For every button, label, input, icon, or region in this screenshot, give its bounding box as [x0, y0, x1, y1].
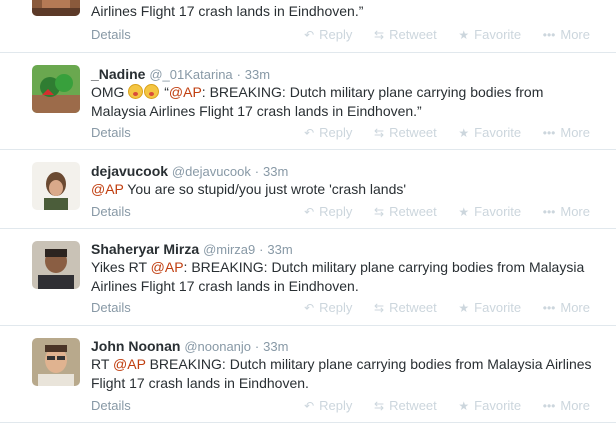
reply-button[interactable]: ↶ Reply — [304, 300, 352, 315]
tweet[interactable]: Airlines Flight 17 crash lands in Eindho… — [0, 0, 616, 53]
reply-button[interactable]: ↶ Reply — [304, 398, 352, 413]
screen-name[interactable]: @mirza9 — [203, 242, 255, 257]
retweet-icon: ⇆ — [374, 301, 385, 315]
tweet[interactable]: _Nadine @_01Katarina · 33m OMG “@AP: BRE… — [0, 53, 616, 150]
tweet-text: Yikes RT @AP: BREAKING: Dutch military p… — [91, 259, 585, 294]
tweet-header: dejavucook @dejavucook · 33m — [91, 163, 288, 179]
details-link[interactable]: Details — [91, 125, 131, 140]
separator-dot: · — [259, 242, 264, 257]
more-button[interactable]: ••• More — [543, 398, 590, 413]
retweet-button[interactable]: ⇆ Retweet — [374, 398, 437, 413]
tweet[interactable]: Shaheryar Mirza @mirza9 · 33m Yikes RT @… — [0, 229, 616, 326]
tweet-actions: Details ↶ Reply ⇆ Retweet ★ Favorite ••• Mor… — [91, 300, 590, 316]
timestamp[interactable]: 33m — [267, 242, 292, 257]
avatar[interactable] — [32, 65, 80, 113]
avatar[interactable] — [32, 0, 80, 16]
mention-link[interactable]: @AP — [169, 84, 202, 100]
more-dots-icon: ••• — [542, 126, 556, 140]
screen-name[interactable]: @noonanjo — [184, 339, 251, 354]
more-dots-icon: ••• — [542, 28, 556, 42]
tweet-actions: Details ↶ Reply ⇆ Retweet ★ Favorite ••• Mor… — [91, 204, 590, 220]
tweet-header: _Nadine @_01Katarina · 33m — [91, 66, 270, 82]
tweet-header: John Noonan @noonanjo · 33m — [91, 338, 288, 354]
tweet-text: @AP You are so stupid/you just wrote 'cr… — [91, 181, 407, 197]
more-button[interactable]: ••• More — [543, 300, 590, 315]
favorite-button[interactable]: ★ Favorite — [458, 204, 521, 219]
star-icon: ★ — [458, 399, 470, 413]
retweet-icon: ⇆ — [374, 126, 385, 140]
more-dots-icon: ••• — [542, 301, 556, 315]
star-icon: ★ — [458, 301, 470, 315]
mention-link[interactable]: @AP — [113, 356, 146, 372]
timestamp[interactable]: 33m — [245, 67, 270, 82]
details-link[interactable]: Details — [91, 398, 131, 413]
flushed-face-emoji-icon — [128, 84, 144, 99]
tweet-timeline: Airlines Flight 17 crash lands in Eindho… — [0, 0, 616, 432]
more-dots-icon: ••• — [542, 399, 556, 413]
reply-icon: ↶ — [304, 301, 315, 315]
favorite-button[interactable]: ★ Favorite — [458, 300, 521, 315]
star-icon: ★ — [458, 28, 470, 42]
timestamp[interactable]: 33m — [263, 339, 288, 354]
star-icon: ★ — [458, 126, 470, 140]
tweet-actions: Details ↶ Reply ⇆ Retweet ★ Favorite ••• Mor… — [91, 398, 590, 414]
retweet-button[interactable]: ⇆ Retweet — [374, 125, 437, 140]
mention-link[interactable]: @AP — [91, 181, 124, 197]
full-name[interactable]: John Noonan — [91, 338, 180, 354]
retweet-button[interactable]: ⇆ Retweet — [374, 300, 437, 315]
mention-link[interactable]: @AP — [151, 259, 184, 275]
details-link[interactable]: Details — [91, 27, 131, 42]
favorite-button[interactable]: ★ Favorite — [458, 27, 521, 42]
full-name[interactable]: Shaheryar Mirza — [91, 241, 199, 257]
more-button[interactable]: ••• More — [543, 27, 590, 42]
flushed-face-emoji-icon — [144, 84, 160, 99]
reply-button[interactable]: ↶ Reply — [304, 125, 352, 140]
separator-dot: · — [254, 339, 260, 354]
details-link[interactable]: Details — [91, 300, 131, 315]
favorite-button[interactable]: ★ Favorite — [458, 125, 521, 140]
tweet-text: RT @AP BREAKING: Dutch military plane ca… — [91, 356, 592, 391]
separator-dot: · — [254, 164, 260, 179]
tweet-text: Airlines Flight 17 crash lands in Eindho… — [91, 3, 364, 19]
favorite-button[interactable]: ★ Favorite — [458, 398, 521, 413]
tweet[interactable]: John Noonan @noonanjo · 33m RT @AP BREAK… — [0, 326, 616, 423]
reply-icon: ↶ — [304, 205, 315, 219]
timestamp[interactable]: 33m — [263, 164, 288, 179]
more-button[interactable]: ••• More — [543, 204, 590, 219]
full-name[interactable]: _Nadine — [91, 66, 145, 82]
retweet-icon: ⇆ — [374, 205, 385, 219]
reply-button[interactable]: ↶ Reply — [304, 204, 352, 219]
more-dots-icon: ••• — [542, 205, 556, 219]
retweet-button[interactable]: ⇆ Retweet — [374, 204, 437, 219]
details-link[interactable]: Details — [91, 204, 131, 219]
reply-button[interactable]: ↶ Reply — [304, 27, 352, 42]
more-button[interactable]: ••• More — [543, 125, 590, 140]
screen-name[interactable]: @dejavucook — [172, 164, 251, 179]
avatar[interactable] — [32, 241, 80, 289]
separator-dot: · — [236, 67, 241, 82]
retweet-icon: ⇆ — [374, 399, 385, 413]
tweet-actions: Details ↶ Reply ⇆ Retweet ★ Favorite ••• Mor… — [91, 125, 590, 141]
reply-icon: ↶ — [304, 126, 315, 140]
star-icon: ★ — [458, 205, 470, 219]
screen-name[interactable]: @_01Katarina — [149, 67, 232, 82]
reply-icon: ↶ — [304, 399, 315, 413]
tweet-text: OMG “@AP: BREAKING: Dutch military plane… — [91, 84, 544, 119]
reply-icon: ↶ — [304, 28, 315, 42]
full-name[interactable]: dejavucook — [91, 163, 168, 179]
tweet-actions: Details ↶ Reply ⇆ Retweet ★ Favorite ••• Mor… — [91, 27, 590, 43]
avatar[interactable] — [32, 338, 80, 386]
avatar[interactable] — [32, 162, 80, 210]
tweet[interactable]: dejavucook @dejavucook · 33m @AP You are… — [0, 150, 616, 229]
tweet-header: Shaheryar Mirza @mirza9 · 33m — [91, 241, 293, 257]
retweet-icon: ⇆ — [374, 28, 385, 42]
retweet-button[interactable]: ⇆ Retweet — [374, 27, 437, 42]
